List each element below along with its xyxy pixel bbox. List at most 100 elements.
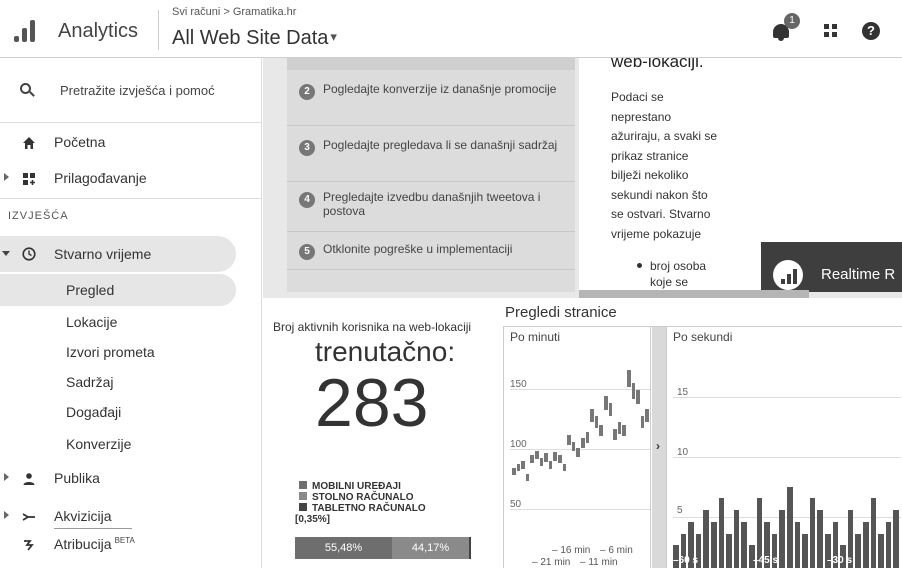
x-tick-label: – 21 min	[532, 557, 571, 568]
per-minute-bar[interactable]	[516, 463, 521, 472]
list-item[interactable]: 5 Otklonite pogreške u implementaciji	[287, 242, 575, 270]
property-selector[interactable]: All Web Site Data ▾	[172, 27, 337, 50]
analytics-logo-icon[interactable]	[10, 14, 42, 46]
sidebar-item-audience[interactable]: Publika	[0, 464, 262, 494]
x-tick-label: – 6 min	[600, 545, 633, 556]
list-item[interactable]: 3 Pogledajte pregledava li se današnji s…	[287, 138, 575, 182]
list-item[interactable]: 2 Pogledajte konverzije iz današnje prom…	[287, 82, 575, 126]
per-minute-bar[interactable]	[581, 437, 585, 448]
per-minute-bar[interactable]	[631, 383, 636, 399]
per-minute-bar[interactable]	[594, 415, 599, 428]
list-item[interactable]: 4 Pregledajte izvedbu današnjih tweetova…	[287, 190, 575, 232]
reports-section-header: IZVJEŠĆA	[8, 210, 69, 222]
apps-grid-icon[interactable]	[824, 24, 837, 37]
sidebar-item-customization[interactable]: Prilagođavanje	[0, 164, 262, 194]
per-minute-bar[interactable]	[613, 428, 617, 440]
realtime-video-thumbnail[interactable]: Realtime R	[761, 242, 902, 292]
search-placeholder: Pretražite izvješća i pomoć	[60, 83, 215, 98]
per-second-bar[interactable]	[893, 510, 899, 568]
per-minute-label: Po minuti	[510, 330, 561, 344]
horizontal-scrollbar[interactable]	[579, 290, 809, 298]
sidebar-search[interactable]: Pretražite izvješća i pomoć	[0, 78, 262, 108]
step-text: Otklonite pogreške u implementaciji	[323, 242, 513, 256]
per-second-bar[interactable]	[870, 498, 877, 568]
per-second-bar[interactable]	[733, 510, 740, 568]
step-number: 4	[299, 192, 315, 208]
per-second-bar[interactable]	[726, 533, 732, 568]
per-second-bar[interactable]	[718, 498, 725, 568]
per-minute-bar[interactable]	[576, 448, 580, 458]
sidebar: Pretražite izvješća i pomoć Početna Pril…	[0, 58, 262, 568]
per-second-bar[interactable]	[711, 521, 717, 568]
per-second-bar[interactable]	[885, 521, 892, 568]
sidebar-subitem-traffic-sources[interactable]: Izvori prometa	[66, 344, 155, 360]
info-line: vrijeme pokazuje	[611, 226, 702, 241]
per-minute-bar[interactable]	[558, 454, 562, 463]
sidebar-subitem-conversions[interactable]: Konverzije	[66, 436, 131, 452]
per-second-bar[interactable]	[703, 510, 709, 568]
per-minute-bar[interactable]	[525, 474, 530, 481]
bullet-line: koje se	[650, 275, 689, 289]
sidebar-item-label: Atribucija BETA	[54, 536, 135, 552]
per-minute-bar[interactable]	[640, 415, 645, 428]
expand-arrow-icon	[4, 173, 9, 181]
sidebar-item-attribution[interactable]: Atribucija BETA	[0, 530, 262, 560]
info-line: sekundi nakon što	[611, 187, 708, 202]
breadcrumb[interactable]: Svi računi > Gramatika.hr	[172, 6, 296, 18]
sidebar-item-realtime[interactable]: Stvarno vrijeme	[0, 236, 236, 272]
info-title: web-lokaciji.	[611, 58, 704, 71]
y-tick-label: 50	[510, 499, 522, 510]
per-second-bar[interactable]	[741, 521, 747, 568]
per-second-bar[interactable]	[863, 521, 869, 568]
per-minute-bar[interactable]	[622, 424, 626, 437]
sidebar-subitem-content[interactable]: Sadržaj	[66, 374, 113, 390]
header-divider	[158, 10, 159, 50]
per-minute-bar[interactable]	[617, 422, 622, 434]
legend-item: MOBILNI UREĐAJI	[299, 481, 426, 492]
sidebar-subitem-overview[interactable]: Pregled	[66, 282, 114, 298]
per-second-bar[interactable]	[817, 510, 823, 568]
attribution-label: Atribucija	[54, 536, 112, 552]
per-minute-bar[interactable]	[539, 458, 544, 467]
app-name[interactable]: Analytics	[58, 20, 138, 43]
per-minute-bar[interactable]	[604, 396, 608, 411]
chevron-right-icon[interactable]: ›	[656, 439, 660, 453]
per-minute-bar[interactable]	[590, 409, 594, 422]
per-minute-bar[interactable]	[571, 441, 576, 452]
per-second-bar[interactable]	[779, 510, 785, 568]
per-minute-bar[interactable]	[530, 454, 534, 463]
per-minute-bar[interactable]	[535, 450, 539, 460]
per-minute-bar[interactable]	[553, 451, 557, 461]
sidebar-subitem-overview-active[interactable]	[0, 274, 236, 306]
per-second-bar[interactable]	[855, 533, 861, 568]
per-second-bar[interactable]	[802, 533, 808, 568]
pageviews-title: Pregledi stranice	[505, 304, 617, 321]
sidebar-item-label: Početna	[54, 134, 106, 150]
legend-label: MOBILNI UREĐAJI	[312, 481, 401, 492]
sidebar-item-home[interactable]: Početna	[0, 128, 262, 158]
legend-label: STOLNO RAČUNALO	[312, 492, 414, 503]
per-minute-bar[interactable]	[608, 402, 613, 417]
per-second-bar[interactable]	[794, 521, 801, 568]
per-minute-bar[interactable]	[512, 467, 516, 475]
per-second-bar[interactable]	[809, 498, 816, 568]
info-line: se ostvari. Stvarno	[611, 207, 711, 221]
x-tick-label: –30 s	[827, 555, 853, 566]
per-minute-bar[interactable]	[627, 370, 631, 387]
sidebar-subitem-events[interactable]: Događaji	[66, 404, 121, 420]
per-minute-bar[interactable]	[585, 432, 590, 444]
per-second-bar[interactable]	[878, 533, 884, 568]
help-icon[interactable]: ?	[862, 22, 880, 40]
device-legend: MOBILNI UREĐAJI STOLNO RAČUNALO TABLETNO…	[295, 481, 426, 525]
per-minute-bar[interactable]	[599, 424, 603, 437]
legend-swatch	[299, 481, 307, 489]
per-minute-bar[interactable]	[645, 409, 649, 422]
per-minute-bar[interactable]	[636, 389, 640, 405]
sidebar-subitem-locations[interactable]: Lokacije	[66, 314, 117, 330]
per-minute-bar[interactable]	[548, 461, 553, 469]
per-minute-bar[interactable]	[567, 435, 571, 446]
per-minute-bar[interactable]	[544, 453, 548, 462]
per-minute-bar[interactable]	[521, 461, 525, 469]
per-minute-bar[interactable]	[562, 463, 567, 472]
per-second-bar[interactable]	[787, 486, 793, 568]
